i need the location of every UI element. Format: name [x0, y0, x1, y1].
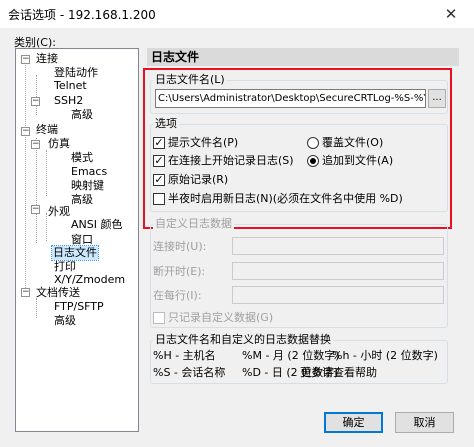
tree-item-log-file[interactable]: 日志文件: [51, 245, 99, 261]
tree-item-appearance[interactable]: 外观: [48, 205, 70, 219]
tree-item-emulation-advanced[interactable]: 高级: [71, 193, 93, 207]
tree-item-ftp-sftp[interactable]: FTP/SFTP: [54, 300, 104, 314]
tree-item-emacs[interactable]: Emacs: [71, 165, 107, 179]
on-disconnect-input[interactable]: [232, 262, 444, 280]
collapse-icon[interactable]: −: [21, 127, 30, 136]
tree-item-transfer-advanced[interactable]: 高级: [54, 314, 76, 328]
subst-session: %S - 会话名称: [153, 366, 226, 379]
tree-item-ssh2[interactable]: SSH2: [54, 94, 83, 108]
subst-hour: %h - 小时 (2 位数字): [332, 349, 438, 362]
tree-item-ssh2-advanced[interactable]: 高级: [71, 108, 93, 122]
subst-host: %H - 主机名: [153, 349, 216, 362]
on-each-line-label: 在每行(I):: [153, 289, 202, 302]
tree-item-window[interactable]: 窗口: [71, 233, 93, 247]
tree-item-printing[interactable]: 打印: [54, 260, 76, 274]
tree-item-modes[interactable]: 模式: [71, 151, 93, 165]
collapse-icon[interactable]: −: [31, 205, 40, 214]
subst-month: %M - 月 (2 位数字): [242, 349, 340, 362]
collapse-icon[interactable]: −: [31, 140, 40, 149]
window-title: 会话选项 - 192.168.1.200: [8, 8, 156, 22]
tree-item-file-transfer[interactable]: 文档传送: [36, 286, 80, 300]
title-bar: 会话选项 - 192.168.1.200 ✕: [0, 0, 474, 28]
tree-item-mapped-keys[interactable]: 映射键: [71, 179, 104, 193]
tree-item-connection[interactable]: 连接: [36, 52, 58, 66]
only-custom-label: 只记录自定义数据(G): [168, 311, 274, 324]
close-icon[interactable]: ✕: [428, 0, 474, 28]
substitution-label: 日志文件名和自定义的日志数据替换: [153, 333, 333, 346]
on-each-line-input[interactable]: [232, 286, 444, 304]
subst-more-help: 更多请查看帮助: [300, 366, 377, 379]
collapse-icon[interactable]: −: [21, 55, 30, 64]
on-connect-label: 连接时(U):: [153, 240, 207, 253]
custom-data-label: 自定义日志数据: [153, 217, 234, 230]
highlight-box: [143, 68, 452, 229]
panel-header: 日志文件: [147, 48, 459, 66]
cancel-button[interactable]: 取消: [395, 412, 454, 433]
tree-item-ansi-color[interactable]: ANSI 颜色: [71, 218, 122, 232]
tree-item-login-actions[interactable]: 登陆动作: [54, 66, 98, 80]
tree-item-xyzmodem[interactable]: X/Y/Zmodem: [54, 273, 125, 287]
tree-item-telnet[interactable]: Telnet: [54, 79, 87, 93]
on-connect-input[interactable]: [232, 237, 444, 255]
tree-item-emulation[interactable]: 仿真: [48, 137, 70, 151]
category-tree[interactable]: − − − − − − 连接 登陆动作 Telnet SSH2 高级 终端 仿真…: [15, 48, 139, 432]
collapse-icon[interactable]: −: [21, 288, 30, 297]
tree-item-terminal[interactable]: 终端: [36, 123, 58, 137]
only-custom-checkbox[interactable]: [153, 312, 165, 324]
on-disconnect-label: 断开时(E):: [153, 265, 206, 278]
collapse-icon[interactable]: −: [31, 97, 40, 106]
ok-button[interactable]: 确定: [324, 412, 383, 433]
